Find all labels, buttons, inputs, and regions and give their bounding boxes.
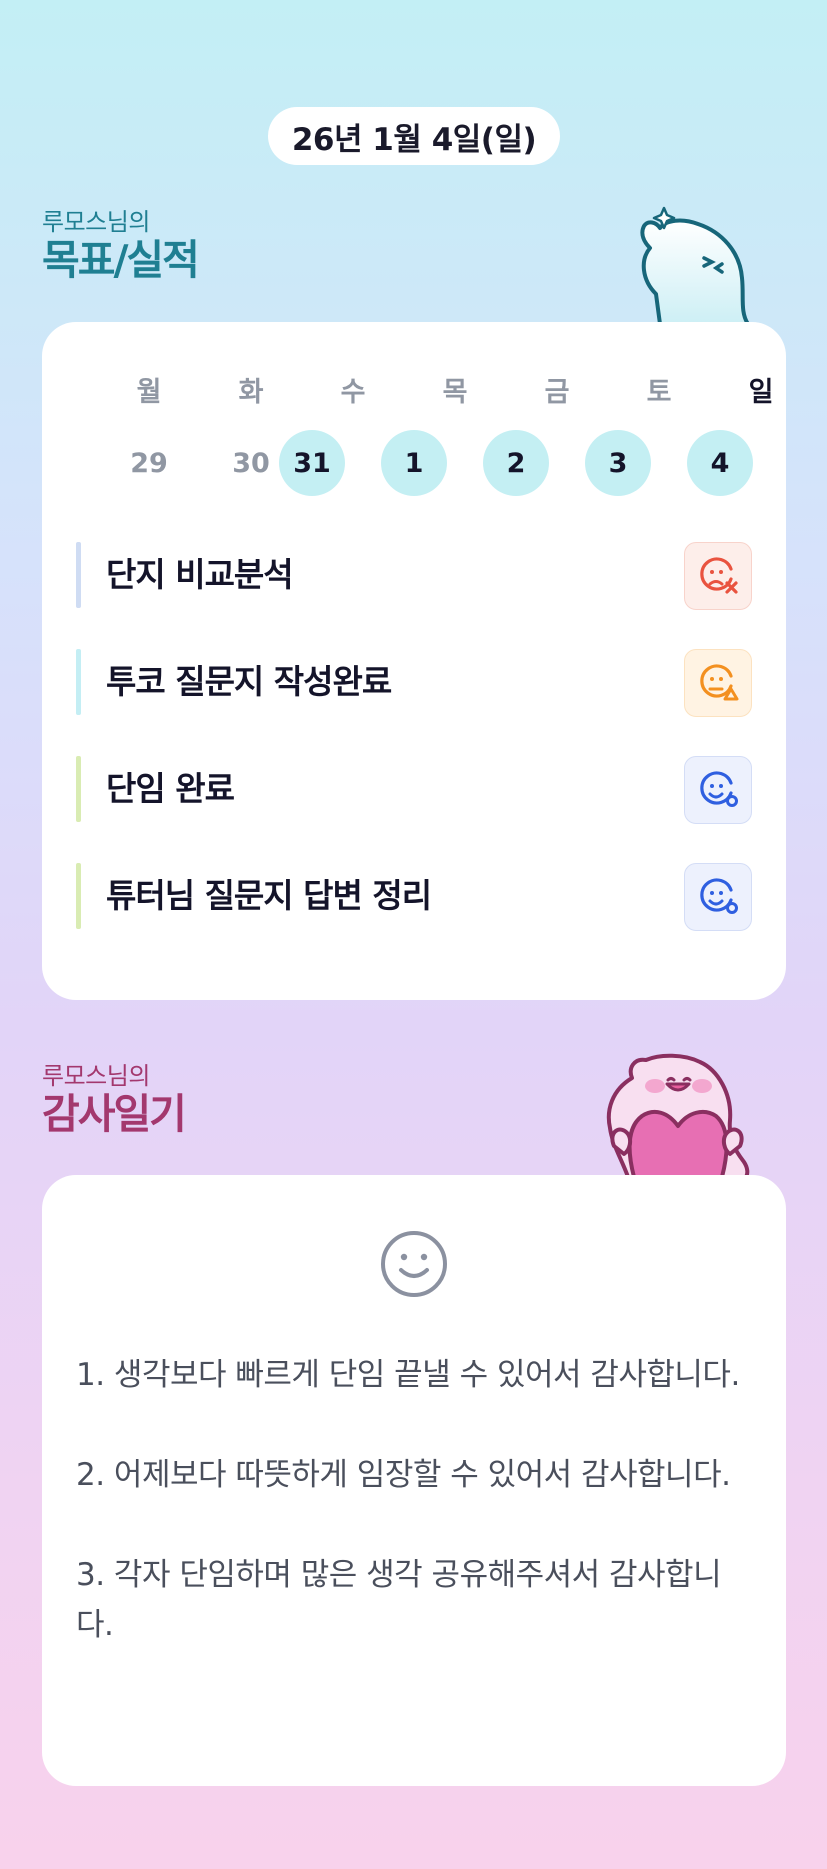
calendar-day-selected[interactable]: 4	[687, 430, 753, 496]
goal-bar	[76, 756, 81, 822]
goal-item[interactable]: 투코 질문지 작성완료	[76, 649, 752, 717]
calendar-day[interactable]: 3	[585, 430, 651, 496]
mascot-heart-icon	[606, 1053, 750, 1177]
goals-section-header: 루모스님의 목표/실적	[42, 208, 200, 284]
calendar-day[interactable]: 29	[116, 430, 182, 496]
goal-label: 투코 질문지 작성완료	[106, 662, 392, 701]
thanks-title: 감사일기	[42, 1090, 187, 1138]
goals-title: 목표/실적	[42, 236, 200, 284]
calendar-day[interactable]: 30	[218, 430, 284, 496]
goal-bar	[76, 649, 81, 715]
thanks-card: 1. 생각보다 빠르게 단임 끝낼 수 있어서 감사합니다. 2. 어제보다 따…	[42, 1175, 786, 1786]
goals-card: 월 화 수 목 금 토 일 29 30 31 1 2 3 4 단지 비교분석 투…	[42, 322, 786, 1000]
goal-label: 단임 완료	[106, 769, 235, 808]
thanks-entry: 3. 각자 단임하며 많은 생각 공유해주셔서 감사합니다.	[76, 1557, 722, 1643]
weekday-label: 금	[544, 377, 570, 408]
thanks-section-header: 루모스님의 감사일기	[42, 1062, 187, 1138]
goal-item[interactable]: 튜터님 질문지 답변 정리	[76, 863, 752, 931]
calendar-day[interactable]: 31	[279, 430, 345, 496]
happy-face-o-icon	[700, 878, 738, 914]
calendar-day[interactable]: 2	[483, 430, 549, 496]
goals-subtitle: 루모스님의	[42, 208, 150, 236]
goal-bar	[76, 863, 81, 929]
date-display[interactable]: 26년 1월 4일(일)	[268, 107, 560, 165]
smiley-icon[interactable]	[380, 1230, 448, 1298]
goal-bar	[76, 542, 81, 608]
thanks-subtitle: 루모스님의	[42, 1062, 150, 1090]
status-o-button[interactable]	[684, 756, 752, 824]
mascot-waving-icon	[640, 206, 750, 324]
thanks-entries: 1. 생각보다 빠르게 단임 끝낼 수 있어서 감사합니다. 2. 어제보다 따…	[76, 1350, 756, 1700]
goal-item[interactable]: 단임 완료	[76, 756, 752, 824]
happy-face-o-icon	[700, 771, 738, 807]
weekday-label-today: 일	[748, 377, 774, 408]
weekday-label: 화	[238, 377, 264, 408]
weekday-label: 목	[442, 377, 468, 408]
sad-face-x-icon	[700, 557, 738, 594]
goal-label: 단지 비교분석	[106, 555, 294, 594]
goal-item[interactable]: 단지 비교분석	[76, 542, 752, 610]
weekday-label: 월	[136, 377, 162, 408]
status-o-button[interactable]	[684, 863, 752, 931]
status-x-button[interactable]	[684, 542, 752, 610]
calendar-day[interactable]: 1	[381, 430, 447, 496]
goal-label: 튜터님 질문지 답변 정리	[106, 876, 432, 915]
weekday-label: 수	[340, 377, 366, 408]
weekday-label: 토	[646, 377, 672, 408]
neutral-face-triangle-icon	[700, 664, 739, 701]
thanks-entry: 2. 어제보다 따뜻하게 임장할 수 있어서 감사합니다.	[76, 1457, 731, 1493]
status-triangle-button[interactable]	[684, 649, 752, 717]
thanks-entry: 1. 생각보다 빠르게 단임 끝낼 수 있어서 감사합니다.	[76, 1357, 740, 1393]
